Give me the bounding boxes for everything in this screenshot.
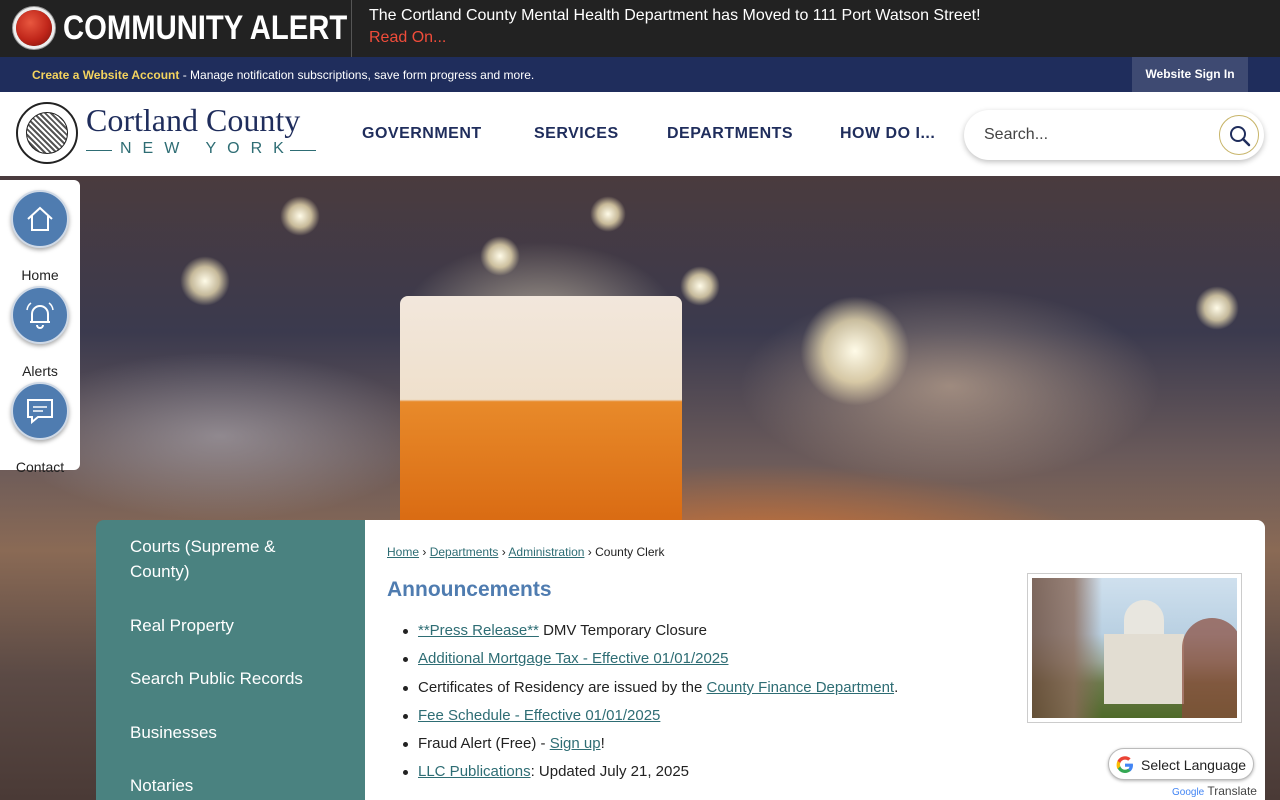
side-nav-search-public-records[interactable]: Search Public Records — [130, 666, 330, 691]
quick-link-contact[interactable]: Contact — [0, 382, 80, 475]
quick-link-home-circle — [11, 190, 69, 248]
logo-rule-left — [86, 150, 112, 151]
home-icon — [27, 206, 53, 231]
fraud-alert-signup-link[interactable]: Sign up — [550, 735, 601, 752]
nav-departments[interactable]: DEPARTMENTS — [667, 125, 793, 143]
hero-beer-glass — [400, 296, 682, 526]
quick-link-alerts-circle — [11, 286, 69, 344]
breadcrumb-administration[interactable]: Administration — [508, 545, 584, 559]
alert-divider — [351, 0, 352, 57]
list-item: Certificates of Residency are issued by … — [402, 679, 899, 696]
powered-by-google-translate[interactable]: Google Translate — [1170, 784, 1259, 798]
logo-rule-right — [290, 150, 316, 151]
list-item-text: ! — [600, 735, 605, 752]
hero-light — [180, 256, 230, 306]
list-item-text: DMV Temporary Closure — [538, 622, 708, 639]
chat-icon — [27, 399, 53, 425]
breadcrumb: Home › Departments › Administration › Co… — [387, 545, 665, 559]
account-text: Create a Website Account - Manage notifi… — [32, 68, 534, 82]
select-language-label: Select Language — [1141, 757, 1247, 773]
mortgage-tax-link[interactable]: Additional Mortgage Tax - Effective 01/0… — [418, 650, 728, 667]
search-button[interactable] — [1219, 115, 1259, 155]
nav-services[interactable]: SERVICES — [534, 125, 619, 143]
breadcrumb-separator: › — [422, 545, 427, 559]
alert-message: The Cortland County Mental Health Depart… — [369, 7, 981, 24]
department-side-nav: Courts (Supreme & County) Real Property … — [96, 520, 365, 800]
alert-beacon-icon — [16, 10, 52, 46]
alert-title: COMMUNITY ALERT — [63, 9, 348, 47]
nav-government[interactable]: GOVERNMENT — [362, 125, 482, 143]
logo-county-name[interactable]: Cortland County — [86, 102, 300, 139]
hero-light — [590, 196, 626, 232]
side-nav-businesses[interactable]: Businesses — [130, 720, 330, 745]
press-release-link[interactable]: **Press Release** — [418, 622, 539, 639]
quick-link-contact-label: Contact — [15, 459, 65, 475]
county-finance-link[interactable]: County Finance Department — [706, 679, 894, 696]
breadcrumb-separator: › — [501, 545, 506, 559]
search-box — [964, 110, 1264, 160]
translate-word: Translate — [1207, 784, 1257, 798]
list-item-text: : Updated July 21, 2025 — [530, 763, 690, 780]
list-item-text: Certificates of Residency are issued by … — [418, 679, 707, 696]
hero-light — [680, 266, 720, 306]
account-bar: Create a Website Account - Manage notifi… — [0, 57, 1280, 92]
side-nav-real-property[interactable]: Real Property — [130, 613, 330, 638]
hero-light — [1195, 286, 1239, 330]
list-item-text: Fraud Alert (Free) - — [418, 735, 550, 752]
bell-icon — [26, 302, 54, 329]
list-item: Additional Mortgage Tax - Effective 01/0… — [402, 650, 728, 667]
list-item-text: . — [894, 679, 899, 696]
website-sign-in-button[interactable]: Website Sign In — [1132, 57, 1248, 92]
quick-link-alerts-label: Alerts — [22, 363, 58, 379]
alert-read-on-link[interactable]: Read On... — [369, 29, 446, 47]
list-item: **Press Release** DMV Temporary Closure — [402, 622, 708, 639]
site-header: Cortland County NEW YORK GOVERNMENT SERV… — [0, 92, 1280, 176]
search-input[interactable] — [984, 124, 1214, 146]
community-alert-bar: COMMUNITY ALERT The Cortland County Ment… — [0, 0, 1280, 57]
search-icon — [1230, 126, 1251, 147]
logo-state-name: NEW YORK — [120, 140, 295, 157]
fee-schedule-link[interactable]: Fee Schedule - Effective 01/01/2025 — [418, 707, 660, 724]
courthouse-photo — [1027, 573, 1242, 723]
google-g-icon — [1116, 756, 1133, 773]
announcements-heading: Announcements — [387, 578, 552, 601]
account-description: - Manage notification subscriptions, sav… — [179, 68, 535, 82]
llc-publications-link[interactable]: LLC Publications — [418, 763, 531, 780]
county-seal-logo[interactable] — [16, 102, 78, 164]
breadcrumb-departments[interactable]: Departments — [430, 545, 499, 559]
hero-light — [280, 196, 320, 236]
create-account-link[interactable]: Create a Website Account — [32, 68, 179, 82]
quick-link-home-label: Home — [21, 267, 59, 283]
hero-light — [800, 296, 910, 406]
side-nav-notaries[interactable]: Notaries — [130, 773, 330, 798]
hero-light — [480, 236, 520, 276]
breadcrumb-home[interactable]: Home — [387, 545, 419, 559]
quick-link-home[interactable]: Home — [0, 190, 80, 283]
list-item: Fraud Alert (Free) - Sign up! — [403, 735, 605, 752]
breadcrumb-current: County Clerk — [595, 545, 665, 559]
quick-link-alerts[interactable]: Alerts — [0, 286, 80, 379]
list-item: Fee Schedule - Effective 01/01/2025 — [402, 707, 660, 724]
quick-link-contact-circle — [11, 382, 69, 440]
quick-links-panel: Home Alerts Contact — [0, 180, 80, 475]
select-language-dropdown[interactable]: Select Language — [1108, 748, 1254, 780]
google-wordmark: Google — [1172, 787, 1205, 798]
breadcrumb-separator: › — [587, 545, 592, 559]
list-item: LLC Publications: Updated July 21, 2025 — [402, 763, 690, 780]
side-nav-courts[interactable]: Courts (Supreme & County) — [130, 534, 330, 584]
nav-how-do-i[interactable]: HOW DO I... — [840, 125, 935, 143]
